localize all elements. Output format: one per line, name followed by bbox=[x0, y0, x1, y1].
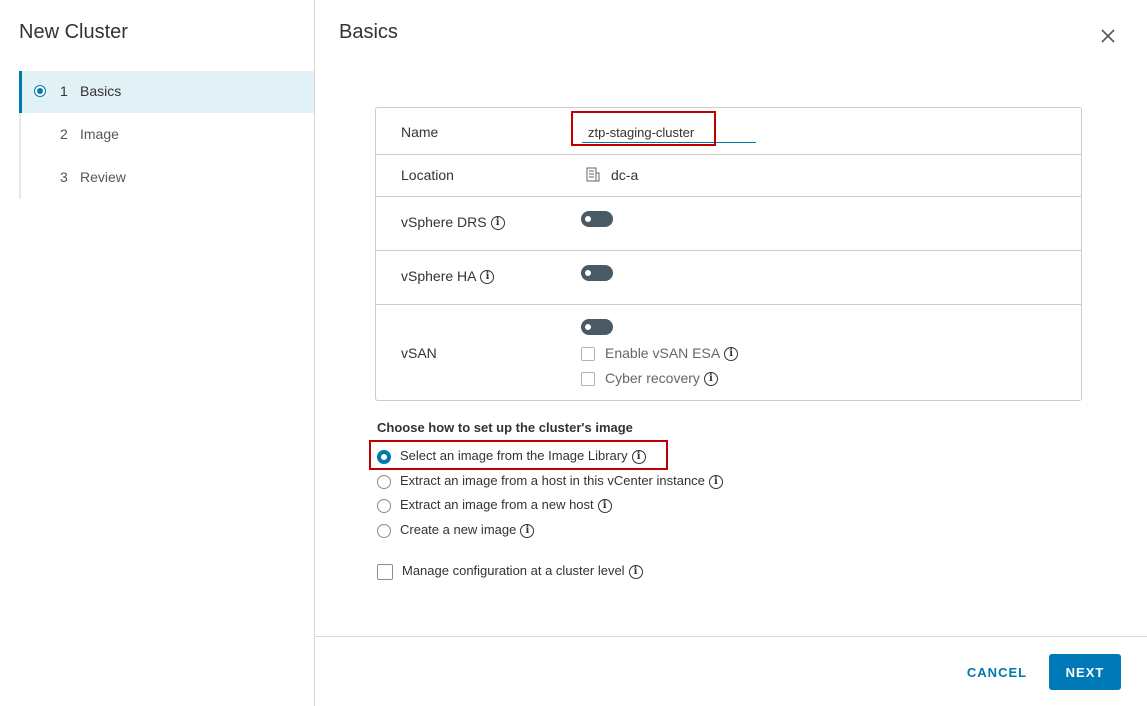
cluster-name-input[interactable] bbox=[582, 122, 756, 143]
image-option-label: Extract an image from a host in this vCe… bbox=[400, 473, 705, 488]
location-value[interactable]: dc-a bbox=[611, 167, 638, 183]
image-option-extract-vcenter[interactable]: Extract an image from a host in this vCe… bbox=[377, 473, 723, 489]
image-option-create-new[interactable]: Create a new image i bbox=[377, 522, 535, 538]
drs-toggle[interactable] bbox=[581, 211, 613, 227]
vsan-row: vSAN Enable vSAN ESA i Cyber recovery i bbox=[376, 304, 1081, 400]
drs-label: vSphere DRS i bbox=[401, 214, 505, 231]
image-section-title: Choose how to set up the cluster's image bbox=[377, 420, 633, 435]
radio-unselected[interactable] bbox=[377, 474, 391, 489]
datacenter-icon bbox=[586, 167, 600, 187]
info-icon[interactable]: i bbox=[724, 347, 739, 362]
name-label: Name bbox=[401, 124, 439, 140]
ha-label: vSphere HA i bbox=[401, 268, 495, 285]
manage-config-checkbox[interactable] bbox=[377, 563, 393, 580]
step-number: 1 bbox=[60, 83, 68, 99]
next-button[interactable]: NEXT bbox=[1049, 654, 1121, 690]
cyber-recovery-option[interactable]: Cyber recovery i bbox=[581, 370, 718, 387]
name-row: Name bbox=[376, 108, 1081, 155]
step-number: 3 bbox=[60, 169, 68, 185]
manage-config-label: Manage configuration at a cluster level bbox=[402, 563, 625, 578]
info-icon[interactable]: i bbox=[628, 564, 643, 579]
info-icon[interactable]: i bbox=[490, 216, 505, 231]
step-label: Image bbox=[80, 126, 119, 142]
drs-row: vSphere DRS i bbox=[376, 196, 1081, 251]
step-review[interactable]: 3 Review bbox=[19, 157, 314, 199]
manage-config-option[interactable]: Manage configuration at a cluster level i bbox=[377, 563, 643, 580]
vsan-toggle[interactable] bbox=[581, 319, 613, 335]
info-icon[interactable]: i bbox=[703, 372, 718, 387]
step-number: 2 bbox=[60, 126, 68, 142]
cancel-button[interactable]: CANCEL bbox=[958, 654, 1036, 690]
step-label: Basics bbox=[80, 83, 122, 99]
cyber-recovery-checkbox[interactable] bbox=[581, 372, 595, 387]
close-icon bbox=[1101, 29, 1115, 43]
wizard-nav: New Cluster 1 Basics 2 Image 3 Review bbox=[0, 0, 315, 706]
wizard-title: New Cluster bbox=[19, 21, 128, 43]
step-basics[interactable]: 1 Basics bbox=[19, 71, 314, 113]
footer-divider bbox=[315, 636, 1147, 637]
cluster-settings-table: Name Location dc-a vSphere DRSi vSphere … bbox=[375, 107, 1082, 401]
image-option-label: Select an image from the Image Library bbox=[400, 448, 628, 463]
vsan-label: vSAN bbox=[401, 345, 437, 361]
vsan-esa-label: Enable vSAN ESA bbox=[605, 345, 721, 361]
info-icon[interactable]: i bbox=[520, 523, 535, 538]
vsan-esa-option[interactable]: Enable vSAN ESA i bbox=[581, 345, 739, 362]
radio-selected[interactable] bbox=[377, 449, 391, 464]
info-icon[interactable]: i bbox=[597, 498, 612, 513]
step-label: Review bbox=[80, 169, 126, 185]
ha-toggle[interactable] bbox=[581, 265, 613, 281]
radio-unselected[interactable] bbox=[377, 498, 391, 513]
page-title: Basics bbox=[339, 21, 398, 43]
vsan-esa-checkbox[interactable] bbox=[581, 347, 595, 362]
radio-unselected[interactable] bbox=[377, 523, 391, 538]
image-option-label: Create a new image bbox=[400, 522, 517, 537]
image-option-library[interactable]: Select an image from the Image Library i bbox=[377, 448, 646, 464]
image-option-label: Extract an image from a new host bbox=[400, 497, 594, 512]
step-image[interactable]: 2 Image bbox=[19, 114, 314, 156]
close-button[interactable] bbox=[1097, 25, 1119, 47]
ha-label-text: vSphere HA bbox=[401, 268, 477, 284]
image-option-extract-new-host[interactable]: Extract an image from a new host i bbox=[377, 497, 612, 513]
location-row: Location dc-a bbox=[376, 154, 1081, 197]
info-icon[interactable]: i bbox=[708, 474, 723, 489]
ha-row: vSphere HA i bbox=[376, 250, 1081, 305]
info-icon[interactable]: i bbox=[631, 449, 646, 464]
info-icon[interactable]: i bbox=[480, 270, 495, 285]
drs-label-text: vSphere DRS bbox=[401, 214, 487, 230]
current-step-icon bbox=[34, 85, 46, 97]
location-label: Location bbox=[401, 167, 454, 183]
cyber-recovery-label: Cyber recovery bbox=[605, 370, 700, 386]
